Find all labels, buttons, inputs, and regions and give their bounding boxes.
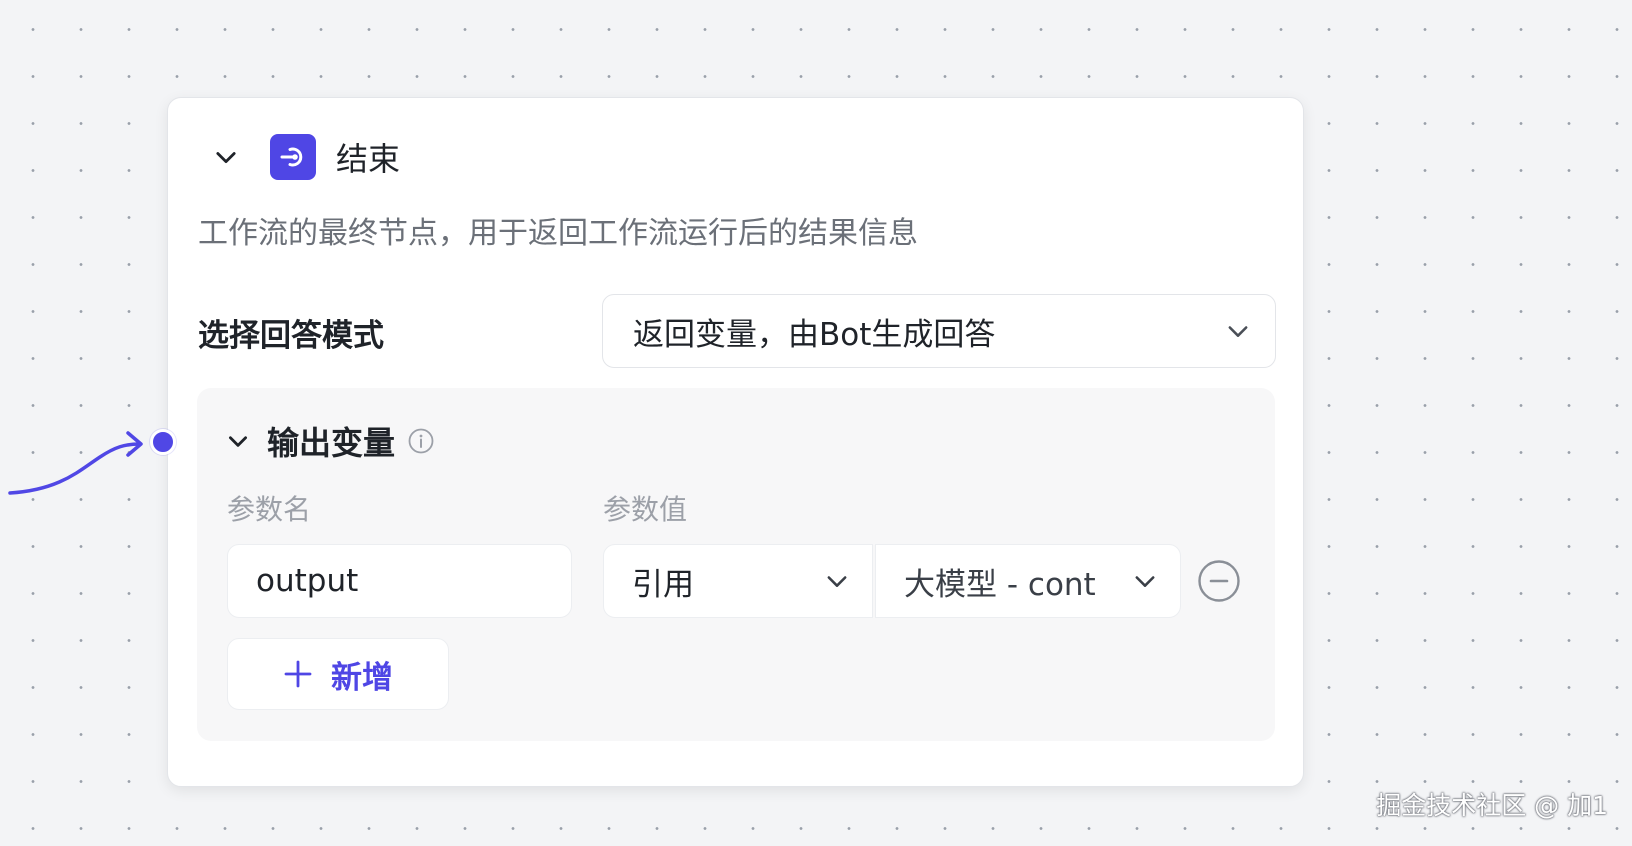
node-title: 结束 [336,140,401,178]
output-variables-title: 输出变量 [267,424,396,462]
minus-circle-icon [1198,560,1240,602]
chevron-down-icon [1223,316,1253,346]
add-variable-button[interactable]: 新增 [227,638,449,710]
param-name-column-label: 参数名 [227,493,312,526]
chevron-down-icon [822,566,852,596]
collapse-chevron-icon[interactable] [208,139,244,175]
watermark: 掘金技术社区 @ 加1 [1376,791,1608,820]
chevron-down-icon[interactable] [223,426,253,456]
param-name-input[interactable] [227,544,572,618]
answer-mode-select[interactable]: 返回变量，由Bot生成回答 [602,294,1276,368]
chevron-down-icon [1130,566,1160,596]
plus-icon [283,659,313,689]
output-variables-panel: 输出变量 参数名 参数值 引用 大模型 - cont [197,388,1275,741]
node-description: 工作流的最终节点，用于返回工作流运行后的结果信息 [198,216,918,251]
end-node-icon [270,134,316,180]
reference-variable-select[interactable]: 大模型 - cont [875,544,1181,618]
end-node-card[interactable]: 结束 工作流的最终节点，用于返回工作流运行后的结果信息 选择回答模式 返回变量，… [167,97,1304,787]
node-header: 结束 [208,133,400,181]
param-value-column-label: 参数值 [603,493,688,526]
answer-mode-value: 返回变量，由Bot生成回答 [633,316,996,353]
input-port[interactable] [150,429,176,455]
value-type-select[interactable]: 引用 [603,544,873,618]
add-variable-label: 新增 [331,659,393,696]
incoming-connector-edge [8,431,143,495]
value-type-value: 引用 [632,566,694,603]
info-icon[interactable] [407,427,435,455]
reference-variable-value: 大模型 - cont [904,566,1096,603]
remove-row-button[interactable] [1197,559,1241,603]
output-variables-header[interactable]: 输出变量 [223,420,435,462]
answer-mode-label: 选择回答模式 [198,318,384,354]
